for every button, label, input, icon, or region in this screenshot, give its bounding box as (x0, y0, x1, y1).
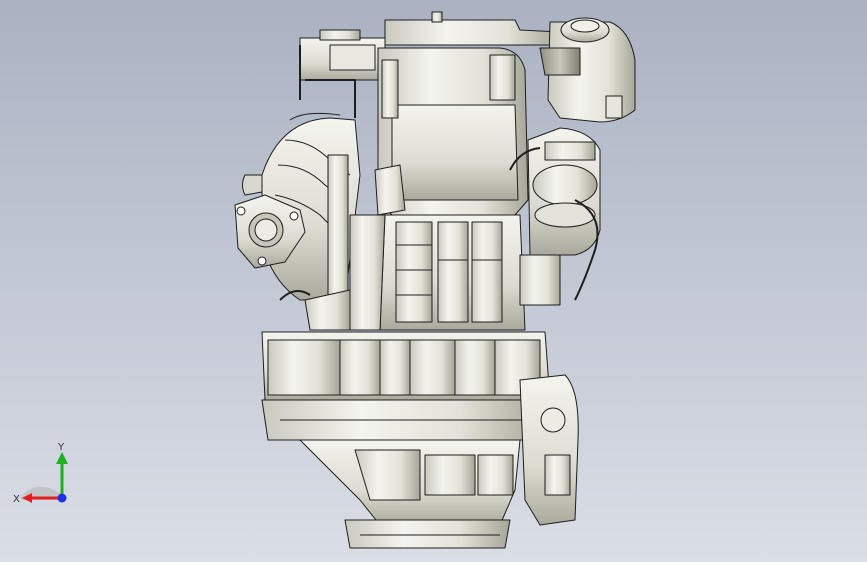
timing-cover (519, 374, 579, 526)
graphics-viewport[interactable]: Y X (0, 0, 867, 562)
orientation-triad: Y X (13, 442, 68, 505)
oil-pan (299, 439, 521, 549)
engine-assembly-model[interactable] (0, 0, 867, 562)
intake-plenum (374, 47, 529, 216)
y-axis-label: Y (57, 442, 65, 453)
pulley-housing (539, 17, 636, 123)
crankcase (261, 331, 551, 441)
y-axis-head (56, 452, 68, 464)
z-axis-dot (57, 493, 67, 503)
x-axis-label: X (13, 494, 20, 505)
alternator (509, 127, 601, 306)
